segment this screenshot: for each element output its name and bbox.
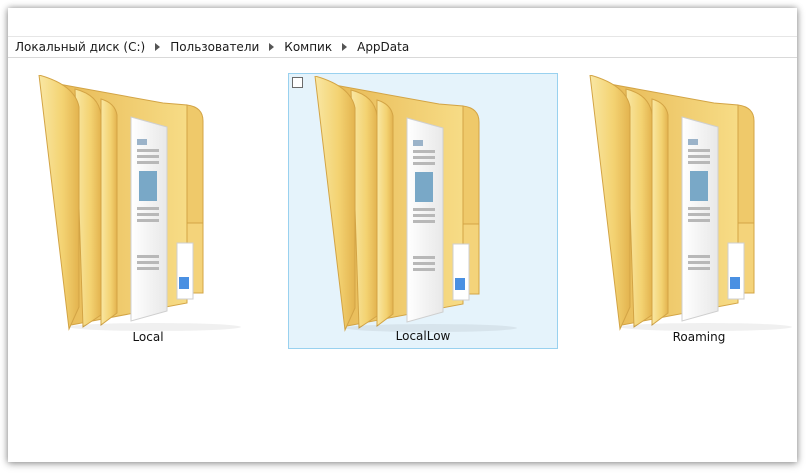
folder-label: Local xyxy=(132,330,164,344)
folder-icon xyxy=(38,75,242,331)
chevron-right-icon[interactable] xyxy=(269,42,275,51)
folder-item-roaming[interactable]: Roaming xyxy=(564,73,797,349)
chevron-right-icon[interactable] xyxy=(342,42,348,51)
breadcrumb-item-appdata[interactable]: AppData xyxy=(355,40,411,54)
toolbar xyxy=(8,8,797,37)
folder-label: LocalLow xyxy=(395,329,451,343)
breadcrumb-item-local-disk[interactable]: Локальный диск (C:) xyxy=(13,40,147,54)
file-list: Local LocalLow Roaming xyxy=(8,59,797,462)
folder-label: Roaming xyxy=(672,330,726,344)
chevron-right-icon[interactable] xyxy=(155,42,161,51)
folder-item-locallow[interactable]: LocalLow xyxy=(288,73,558,349)
folder-icon xyxy=(589,75,793,331)
folder-item-local[interactable]: Local xyxy=(13,73,283,349)
checkbox-icon[interactable] xyxy=(292,77,303,88)
explorer-window: Локальный диск (C:) Пользователи Компик … xyxy=(8,8,797,462)
breadcrumb[interactable]: Локальный диск (C:) Пользователи Компик … xyxy=(8,36,797,58)
breadcrumb-item-users[interactable]: Пользователи xyxy=(168,40,261,54)
folder-icon xyxy=(314,76,518,332)
breadcrumb-item-kompik[interactable]: Компик xyxy=(282,40,334,54)
